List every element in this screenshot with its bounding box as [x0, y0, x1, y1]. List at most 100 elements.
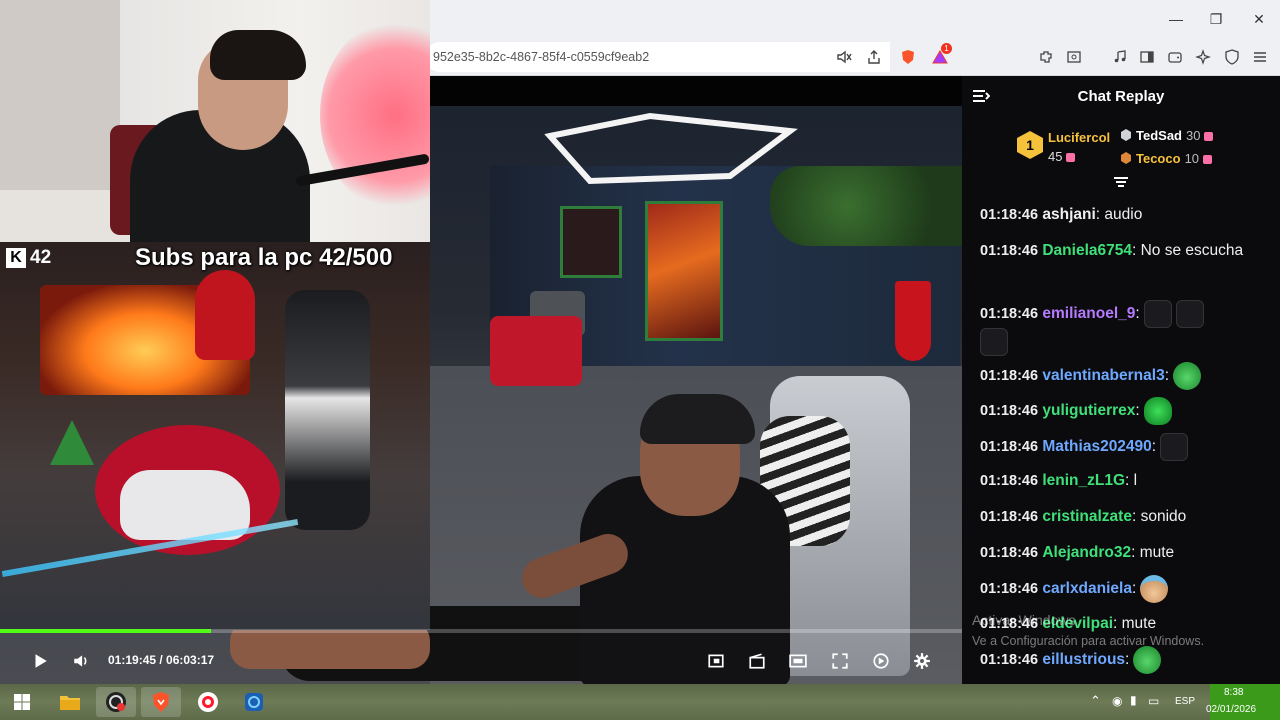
brave-rewards-icon[interactable]: 1 [930, 43, 952, 67]
opera-icon[interactable] [188, 687, 228, 717]
blob-emote-icon [1143, 397, 1172, 426]
chat-username[interactable]: lenin_zL1G [1042, 472, 1125, 489]
webcam-overlay [0, 0, 430, 242]
message-text: : sonido [1131, 507, 1187, 525]
santa-figure [195, 270, 255, 360]
minimize-button[interactable]: — [1161, 8, 1191, 30]
message-text: : [1135, 304, 1140, 322]
alert-badge: 1 [941, 43, 952, 54]
message-text: : [1164, 366, 1169, 384]
chat-username[interactable]: Alejandro32 [1042, 544, 1131, 561]
mini-tree [50, 420, 94, 465]
chat-username[interactable]: Daniela6754 [1042, 242, 1132, 259]
chat-message: 01:18:46 Mathias202490: [980, 432, 1272, 469]
garland [770, 166, 962, 246]
message-text: : l [1125, 472, 1138, 490]
time-display: 01:19:45 / 06:03:17 [108, 653, 215, 667]
chat-panel: Chat Replay 1 Lucifercol 45 TedSad 30 Tec… [962, 76, 1280, 684]
message-text: : mute [1131, 543, 1175, 561]
chat-message: 01:18:46 ashjani: audio [980, 202, 1272, 238]
chat-username[interactable]: yuligutierrex [1042, 402, 1135, 419]
activate-windows-title: Activar Windows [972, 612, 1076, 628]
speaker-emote-icon [1175, 299, 1204, 328]
rank-hex-icon [1121, 129, 1131, 141]
screen: — ❐ ✕ 952e35-8b2c-4867-85f4-c0559cf9eab2… [0, 0, 1280, 720]
address-bar[interactable]: 952e35-8b2c-4867-85f4-c0559cf9eab2 [425, 42, 890, 72]
gift-leaderboard: 1 Lucifercol 45 TedSad 30 Tecoco 10 [962, 122, 1280, 178]
message-time: 01:18:46 [980, 508, 1039, 525]
app-icon[interactable] [234, 687, 274, 717]
url-text: 952e35-8b2c-4867-85f4-c0559cf9eab2 [433, 50, 650, 64]
person-cap [640, 394, 755, 444]
leaderboard-first-name[interactable]: Lucifercol [1048, 130, 1110, 145]
microphone-icon[interactable]: ▮ [1130, 693, 1137, 707]
chat-username[interactable]: cristinalzate [1042, 508, 1132, 525]
message-time: 01:18:46 [980, 438, 1039, 455]
wallet-icon[interactable] [1165, 47, 1185, 67]
message-time: 01:18:46 [980, 403, 1039, 420]
windows-start-icon[interactable] [2, 687, 42, 717]
leaderboard-first-value: 45 [1048, 149, 1076, 164]
message-text: : [1151, 437, 1157, 455]
chat-username[interactable]: valentinabernal3 [1042, 367, 1164, 384]
tray-chevron-icon[interactable]: ⌃ [1090, 693, 1101, 709]
message-time: 01:18:46 [980, 242, 1039, 259]
message-time: 01:18:46 [980, 652, 1039, 669]
chat-username[interactable]: carlxdaniela [1042, 580, 1132, 597]
chat-username[interactable]: emilianoel_9 [1042, 305, 1135, 322]
media-icon[interactable] [1110, 47, 1130, 67]
message-time: 01:18:46 [980, 207, 1039, 223]
fullscreen-icon[interactable] [829, 650, 851, 672]
chat-message: 01:18:46 valentinabernal3: [980, 361, 1272, 398]
battery-icon[interactable]: ▭ [1148, 694, 1159, 708]
chat-messages: 01:18:46 ashjani: audio 01:18:46 Daniela… [980, 202, 1272, 682]
frog-emote-icon [1133, 646, 1162, 675]
volume-icon[interactable] [70, 650, 92, 672]
speed-icon[interactable] [870, 650, 892, 672]
windows-taskbar: ⌃ ◉ ▮ ▭ ESP [0, 684, 1280, 720]
expand-leaderboard-icon[interactable] [1113, 176, 1129, 188]
chat-message: 01:18:46 emilianoel_9: [980, 299, 1272, 362]
share-icon[interactable] [864, 47, 884, 67]
chat-message: 01:18:46 cristinalzate: sonido [980, 504, 1272, 540]
svg-text:1: 1 [1026, 137, 1034, 153]
leaderboard-second[interactable]: TedSad 30 [1120, 128, 1214, 143]
clip-icon[interactable] [746, 650, 768, 672]
chat-message: 01:18:46 Alejandro32: mute [980, 540, 1272, 576]
subs-goal-overlay: K 42 Subs para la pc 42/500 [0, 244, 430, 272]
vpn-icon[interactable] [1222, 47, 1242, 67]
settings-gear-icon[interactable] [911, 650, 933, 672]
file-explorer-icon[interactable] [50, 687, 90, 717]
chat-message: 01:18:46 lenin_zL1G: l [980, 468, 1272, 504]
network-icon[interactable]: ◉ [1112, 694, 1122, 708]
progress-bar[interactable] [0, 629, 962, 633]
menu-icon[interactable] [1250, 47, 1270, 67]
close-button[interactable]: ✕ [1244, 8, 1274, 30]
red-armchair [490, 316, 582, 386]
chat-username[interactable]: eillustrious [1042, 651, 1125, 668]
leo-icon[interactable] [1193, 47, 1213, 67]
play-icon[interactable] [29, 650, 51, 672]
chat-message: 01:18:46 yuligutierrex: [980, 397, 1272, 433]
message-text: : No se escucha [1131, 241, 1244, 259]
extensions-icon[interactable] [1036, 47, 1056, 67]
theater-mode-icon[interactable] [787, 650, 809, 672]
wall-poster [560, 206, 622, 278]
language-indicator[interactable]: ESP [1175, 696, 1195, 707]
clock[interactable]: 8:38 02/01/2026 [1206, 684, 1280, 720]
brave-shield-icon[interactable] [898, 47, 918, 67]
brave-browser-icon[interactable] [141, 687, 181, 717]
speaker-emote-icon [1160, 432, 1189, 461]
maximize-button[interactable]: ❐ [1201, 8, 1231, 30]
message-time: 01:18:46 [980, 544, 1039, 561]
reader-icon[interactable] [1064, 47, 1084, 67]
speaker-emote-icon [980, 327, 1008, 356]
miniplayer-icon[interactable] [705, 650, 727, 672]
obs-icon[interactable] [96, 687, 136, 717]
wall-poster-fire [645, 201, 723, 341]
leaderboard-third[interactable]: Tecoco 10 [1120, 151, 1213, 166]
chat-username[interactable]: Mathias202490 [1042, 438, 1151, 455]
mute-tab-icon[interactable] [834, 47, 854, 67]
chat-username[interactable]: ashjani [1042, 206, 1095, 223]
sidebar-icon[interactable] [1137, 47, 1157, 67]
